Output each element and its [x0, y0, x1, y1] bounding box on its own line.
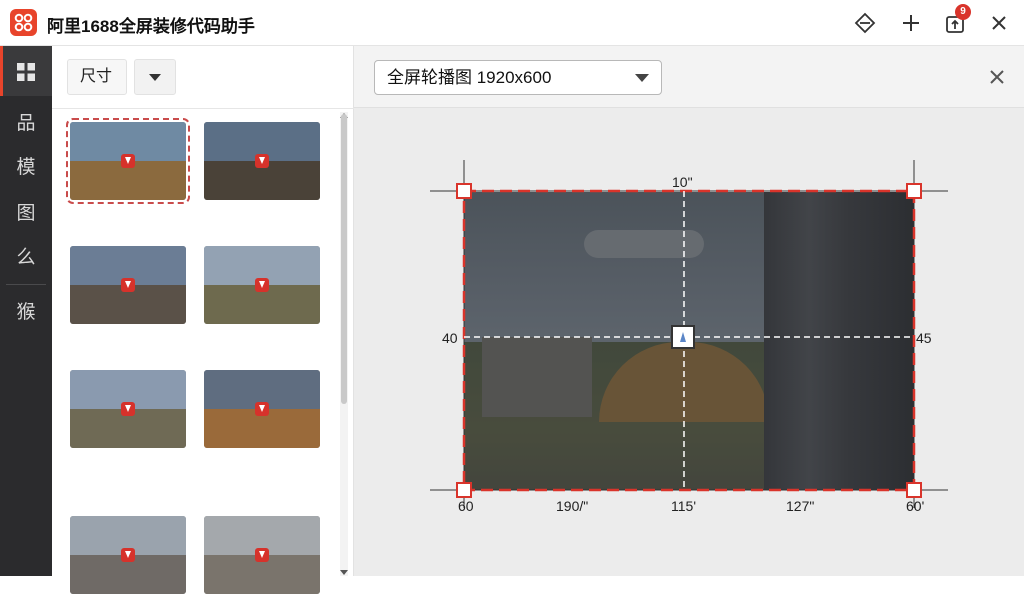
play-badge-icon — [255, 402, 269, 416]
dim-left: 40 — [442, 330, 458, 346]
scroll-down-icon[interactable] — [340, 568, 348, 578]
side-rail: 品 模 图 么 猴 — [0, 46, 52, 576]
resize-handle-bottom-right — [906, 482, 922, 498]
resize-handle-top-right — [906, 183, 922, 199]
dim-bottom-3: 127" — [786, 498, 815, 514]
scroll-thumb[interactable] — [341, 114, 347, 404]
editor-header: 全屏轮播图 1920x600 — [354, 46, 1024, 108]
template-thumbnail[interactable] — [70, 370, 186, 448]
resize-handle-top-left — [456, 183, 472, 199]
play-badge-icon — [255, 278, 269, 292]
template-thumbnail[interactable] — [66, 118, 190, 204]
close-editor-icon[interactable] — [986, 66, 1008, 88]
play-badge-icon — [255, 154, 269, 168]
rail-item-products[interactable]: 品 — [0, 101, 52, 141]
rail-item-label: 猴 — [16, 300, 36, 323]
template-thumbnail[interactable] — [70, 516, 186, 594]
rail-item-label: 图 — [16, 201, 36, 224]
template-panel: 尺寸 — [52, 46, 354, 594]
title-bar: 阿里1688全屏装修代码助手 9 — [0, 0, 1024, 46]
play-badge-icon — [121, 278, 135, 292]
template-thumbnail[interactable] — [204, 246, 320, 324]
plus-icon[interactable] — [898, 10, 924, 36]
rail-item-extra[interactable]: 猴 — [0, 290, 52, 330]
rail-item-label: 么 — [16, 245, 36, 268]
app-logo-icon — [10, 9, 37, 36]
play-badge-icon — [255, 548, 269, 562]
chevron-down-icon — [635, 74, 649, 82]
grid-icon — [16, 62, 36, 87]
dim-bottom-2: 115' — [671, 498, 696, 514]
panel-divider — [52, 108, 354, 109]
dim-right: 45 — [916, 330, 932, 346]
dim-bottom-left: 60 — [458, 498, 474, 514]
play-badge-icon — [121, 402, 135, 416]
chevron-down-icon — [149, 73, 161, 81]
size-filter-label[interactable]: 尺寸 — [67, 59, 127, 95]
play-badge-icon — [121, 154, 135, 168]
template-thumbnail[interactable] — [70, 246, 186, 324]
template-thumbnail[interactable] — [204, 122, 320, 200]
rail-item-label: 模 — [16, 155, 36, 178]
close-icon[interactable] — [986, 10, 1012, 36]
play-badge-icon — [121, 548, 135, 562]
template-size-value: 全屏轮播图 1920x600 — [387, 68, 552, 87]
rail-item-modules[interactable]: 模 — [0, 145, 52, 185]
notification-badge: 9 — [955, 4, 971, 20]
resize-handle-bottom-left — [456, 482, 472, 498]
template-thumbnail[interactable] — [204, 516, 320, 594]
template-size-select[interactable]: 全屏轮播图 1920x600 — [374, 60, 662, 95]
panel-scrollbar[interactable] — [340, 112, 348, 576]
rail-item-other[interactable]: 么 — [0, 235, 52, 275]
app-title: 阿里1688全屏装修代码助手 — [47, 17, 255, 36]
rail-item-label: 品 — [16, 111, 36, 134]
dim-bottom-1: 190/" — [556, 498, 589, 514]
template-thumbnail[interactable] — [204, 370, 320, 448]
size-filter-dropdown[interactable] — [134, 59, 176, 95]
dim-top: 10" — [672, 174, 693, 190]
editor-area: 全屏轮播图 1920x600 10" 40 45 60 190/" 115' 1… — [354, 46, 1024, 576]
diamond-share-icon[interactable] — [852, 10, 878, 36]
center-move-handle[interactable] — [671, 325, 695, 349]
rail-item-images[interactable]: 图 — [0, 191, 52, 231]
rail-divider — [6, 284, 46, 285]
preview-canvas[interactable]: 10" 40 45 60 190/" 115' 127" 60' — [354, 108, 1024, 576]
dim-bottom-right: 60' — [906, 498, 925, 514]
rail-item-templates[interactable] — [0, 46, 52, 96]
